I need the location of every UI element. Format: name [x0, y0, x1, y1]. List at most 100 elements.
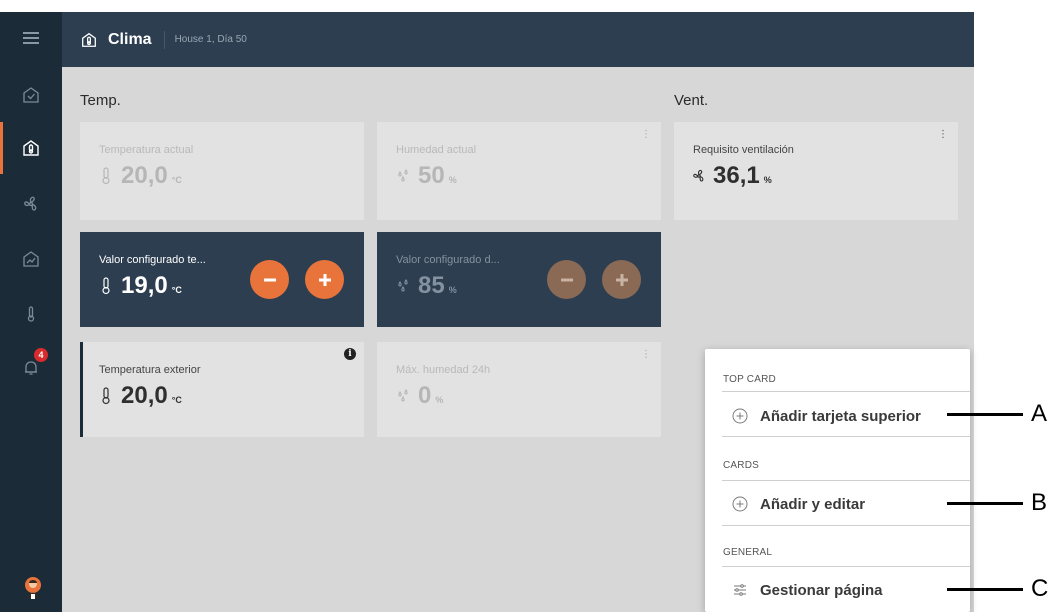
temperature-unit: °C	[171, 175, 182, 185]
humidity-value: 50	[418, 162, 445, 189]
plus-icon	[318, 273, 331, 286]
sidebar-item-charts[interactable]	[0, 233, 62, 285]
dashboard-check-icon	[23, 87, 39, 103]
menu-icon	[23, 32, 39, 44]
card-temperature-actual[interactable]: Temperatura actual 20,0 °C	[80, 122, 364, 220]
sidebar-item-alarms[interactable]	[0, 342, 62, 394]
card-value: 36,1 %	[691, 162, 772, 190]
menu-divider	[722, 436, 970, 437]
sidebar-item-ventilation[interactable]	[0, 178, 62, 230]
humidity-drops-icon	[398, 169, 408, 182]
increase-temperature-button[interactable]	[305, 260, 344, 299]
page-options-menu: TOP CARD Añadir tarjeta superior CARDS A…	[705, 349, 970, 612]
ventilation-value: 36,1	[713, 162, 760, 189]
sidebar-item-overview[interactable]	[0, 69, 62, 121]
plus-circle-icon	[732, 408, 748, 424]
decrease-temperature-button[interactable]	[250, 260, 289, 299]
max-humidity-unit: %	[435, 395, 444, 405]
card-label: Máx. humedad 24h	[396, 364, 491, 376]
setpoint-humidity-unit: %	[448, 285, 457, 295]
card-temperature-setpoint[interactable]: Valor configurado te... 19,0 °C	[80, 232, 364, 327]
setpoint-humidity-value: 85	[418, 272, 445, 299]
menu-section-general: GENERAL	[723, 547, 773, 558]
outside-temperature-value: 20,0	[121, 382, 168, 409]
user-avatar[interactable]	[23, 576, 43, 600]
section-title-vent: Vent.	[674, 92, 709, 109]
add-top-card-item[interactable]: Añadir tarjeta superior	[722, 394, 970, 438]
alarm-count-badge: 4	[34, 348, 48, 362]
increase-humidity-button[interactable]	[602, 260, 641, 299]
user-avatar-icon	[25, 577, 41, 599]
plus-icon	[615, 273, 628, 286]
card-label: Humedad actual	[396, 144, 477, 156]
humidity-unit: %	[448, 175, 457, 185]
callout-line-b	[947, 502, 1023, 505]
card-label: Valor configurado te...	[99, 254, 206, 266]
menu-divider	[722, 566, 970, 567]
callout-label-a: A	[1031, 400, 1048, 427]
chart-icon	[23, 251, 39, 267]
card-label: Temperatura exterior	[99, 364, 201, 376]
thermometer-icon	[102, 277, 110, 295]
climate-house-icon	[82, 32, 96, 47]
page-title: Clima	[108, 30, 152, 48]
menu-button[interactable]	[0, 12, 62, 64]
card-humidity-setpoint[interactable]: Valor configurado d... 85 %	[377, 232, 661, 327]
section-title-temp: Temp.	[80, 92, 121, 109]
info-icon[interactable]: i	[344, 348, 356, 360]
card-label: Valor configurado d...	[396, 254, 500, 266]
minus-icon	[263, 278, 276, 281]
humidity-drops-icon	[398, 279, 408, 292]
header-divider	[163, 30, 165, 49]
page-subtitle: House 1, Día 50	[174, 34, 247, 45]
setpoint-temperature-value: 19,0	[121, 272, 168, 299]
add-top-card-label: Añadir tarjeta superior	[760, 407, 921, 425]
menu-divider	[722, 480, 970, 481]
setpoint-temperature-unit: °C	[171, 285, 182, 295]
card-temperature-outside[interactable]: i Temperatura exterior 20,0 °C	[80, 342, 364, 437]
menu-section-cards: CARDS	[723, 460, 760, 471]
fan-icon	[24, 196, 37, 211]
menu-divider	[722, 391, 970, 392]
card-ventilation-requirement[interactable]: ⋮ Requisito ventilación 36,1 %	[674, 122, 958, 220]
card-value: 20,0 °C	[99, 162, 182, 190]
thermometer-icon	[102, 167, 110, 185]
menu-section-top-card: TOP CARD	[723, 374, 776, 385]
outside-temperature-unit: °C	[171, 395, 182, 405]
humidity-drops-icon	[398, 389, 408, 402]
callout-label-b: B	[1031, 489, 1048, 516]
sidebar-item-climate[interactable]	[0, 122, 62, 174]
callout-line-c	[947, 588, 1023, 591]
manage-page-item[interactable]: Gestionar página	[722, 568, 970, 612]
card-accent-bar	[80, 342, 83, 437]
callout-label-c: C	[1031, 575, 1049, 602]
temperature-value: 20,0	[121, 162, 168, 189]
minus-icon	[560, 278, 573, 281]
card-value: 85 %	[396, 272, 457, 300]
sidebar: 4	[0, 12, 62, 612]
max-humidity-value: 0	[418, 382, 432, 409]
plus-circle-icon	[732, 496, 748, 512]
thermometer-icon	[102, 387, 110, 405]
card-value: 50 %	[396, 162, 457, 190]
card-humidity-actual[interactable]: ⋮ Humedad actual 50 %	[377, 122, 661, 220]
add-edit-cards-label: Añadir y editar	[760, 495, 866, 513]
climate-house-icon	[23, 140, 39, 156]
card-value: 0 %	[396, 382, 443, 410]
card-label: Temperatura actual	[99, 144, 194, 156]
fan-icon	[693, 169, 704, 182]
thermometer-icon	[27, 306, 35, 322]
kebab-menu-icon[interactable]: ⋮	[641, 130, 651, 140]
top-header: Clima House 1, Día 50	[62, 12, 974, 67]
card-label: Requisito ventilación	[693, 144, 794, 156]
kebab-menu-icon[interactable]: ⋮	[641, 350, 651, 360]
sidebar-item-temperature[interactable]	[0, 288, 62, 340]
manage-page-label: Gestionar página	[760, 581, 883, 599]
card-value: 19,0 °C	[99, 272, 182, 300]
kebab-menu-icon[interactable]: ⋮	[938, 130, 948, 140]
add-edit-cards-item[interactable]: Añadir y editar	[722, 482, 970, 526]
sliders-icon	[734, 584, 746, 596]
decrease-humidity-button[interactable]	[547, 260, 586, 299]
menu-divider	[722, 525, 970, 526]
card-max-humidity[interactable]: ⋮ Máx. humedad 24h 0 %	[377, 342, 661, 437]
